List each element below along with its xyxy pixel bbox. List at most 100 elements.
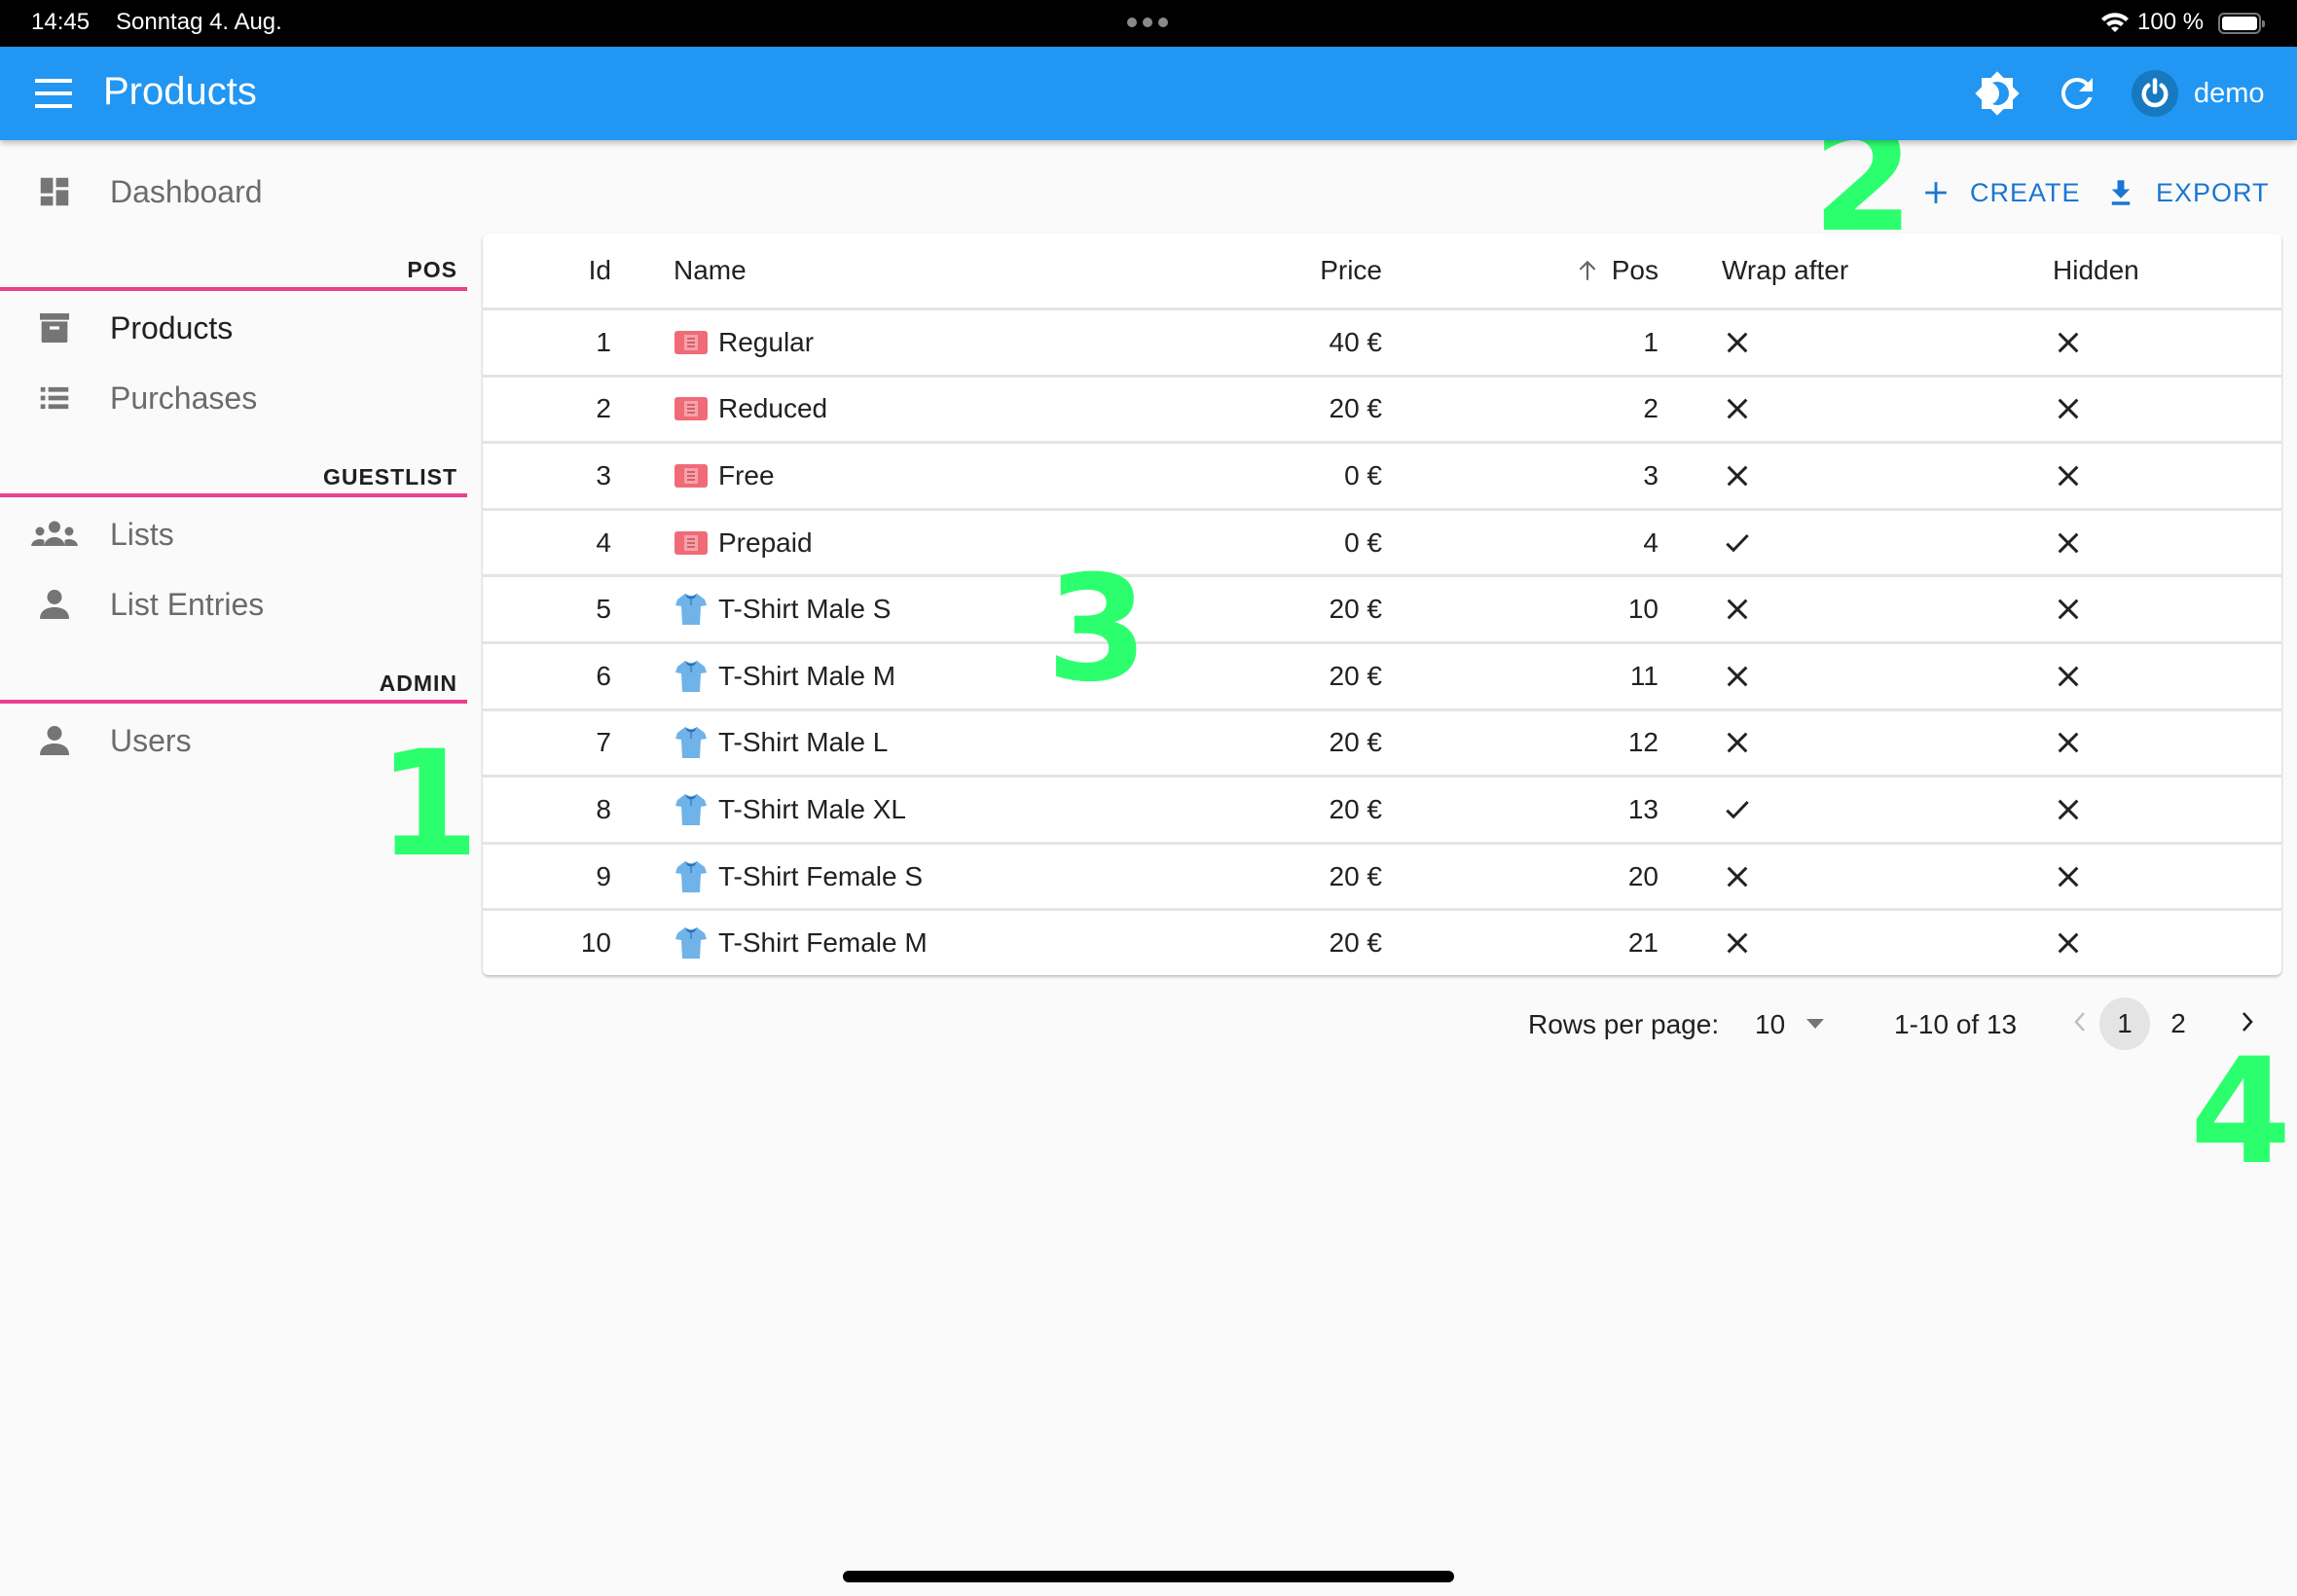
cross-icon <box>2053 861 2084 892</box>
table-row[interactable]: 9 T-Shirt Female S 20 € 20 <box>483 841 2281 909</box>
section-title-pos: POS <box>407 257 457 282</box>
cell-price: 40 € <box>1329 326 1383 357</box>
previous-page-button[interactable] <box>2073 1009 2096 1040</box>
sort-ascending-icon <box>1579 260 1596 280</box>
page-button-1[interactable]: 1 <box>2099 998 2150 1050</box>
table-header: Id Name Price Pos Wrap after Hidden <box>483 234 2281 308</box>
chevron-left-icon <box>2074 1012 2085 1032</box>
user-menu-button[interactable]: demo <box>2132 67 2265 120</box>
cell-name: T-Shirt Female S <box>674 859 923 894</box>
theme-toggle-icon[interactable] <box>1974 70 2021 117</box>
page-title: Products <box>103 70 257 113</box>
table-row[interactable]: 2 Reduced 20 € 2 <box>483 374 2281 442</box>
cross-icon <box>2053 393 2084 424</box>
product-name: T-Shirt Female S <box>718 860 924 891</box>
product-name: T-Shirt Male S <box>718 594 892 625</box>
column-header-pos-label: Pos <box>1611 255 1659 285</box>
status-bar: 14:45 Sonntag 4. Aug. 100 % <box>0 0 2297 47</box>
cross-icon <box>1722 861 1753 892</box>
username: demo <box>2194 77 2265 109</box>
dropdown-arrow-icon <box>1806 1019 1825 1029</box>
ticket-icon <box>674 526 709 561</box>
sidebar-item-lists[interactable]: Lists <box>0 503 467 565</box>
sidebar-item-purchases[interactable]: Purchases <box>0 367 467 429</box>
cell-id: 7 <box>596 727 611 758</box>
cell-pos: 12 <box>1627 727 1659 758</box>
sidebar-item-label: Lists <box>110 516 174 552</box>
table-row[interactable]: 6 T-Shirt Male M 20 € 11 <box>483 641 2281 708</box>
tshirt-icon <box>674 792 709 827</box>
product-name: T-Shirt Male XL <box>718 793 906 824</box>
cell-price: 20 € <box>1329 393 1383 424</box>
sidebar-item-dashboard[interactable]: Dashboard <box>0 161 467 223</box>
cross-icon <box>2053 594 2084 625</box>
home-indicator[interactable] <box>843 1571 1454 1582</box>
create-button[interactable]: CREATE <box>1923 173 2081 212</box>
column-header-price[interactable]: Price <box>1320 255 1382 286</box>
product-name: Reduced <box>718 393 828 424</box>
cell-price: 20 € <box>1329 927 1383 959</box>
product-name: T-Shirt Male M <box>718 660 896 691</box>
cross-icon <box>2053 927 2084 959</box>
archive-box-icon <box>35 308 74 347</box>
menu-icon[interactable] <box>35 79 72 108</box>
column-header-pos[interactable]: Pos <box>1575 255 1659 286</box>
avatar <box>2132 70 2178 117</box>
cross-icon <box>2053 527 2084 559</box>
pagination: Rows per page: 10 1-10 of 13 1 2 <box>0 998 2297 1050</box>
section-divider <box>0 287 467 291</box>
tshirt-icon <box>674 659 709 694</box>
table-row[interactable]: 7 T-Shirt Male L 20 € 12 <box>483 707 2281 776</box>
cell-name: T-Shirt Male S <box>674 592 891 627</box>
cross-icon <box>1722 327 1753 358</box>
table-row[interactable]: 3 Free 0 € 3 <box>483 441 2281 508</box>
cell-name: T-Shirt Male L <box>674 725 888 760</box>
product-name: Prepaid <box>718 526 813 558</box>
export-button[interactable]: EXPORT <box>2107 173 2270 212</box>
cell-name: T-Shirt Female M <box>674 925 928 961</box>
cell-id: 10 <box>580 927 611 959</box>
person-icon <box>35 585 74 624</box>
cell-price: 20 € <box>1329 727 1383 758</box>
sidebar-item-label: Users <box>110 722 192 758</box>
cell-price: 20 € <box>1329 860 1383 891</box>
wifi-icon <box>2101 13 2129 32</box>
refresh-icon[interactable] <box>2054 70 2100 117</box>
column-header-hidden[interactable]: Hidden <box>2053 255 2139 286</box>
sidebar-item-list-entries[interactable]: List Entries <box>0 573 467 635</box>
multitasking-dots-icon[interactable] <box>1127 18 1168 27</box>
cell-name: Regular <box>674 325 814 360</box>
sidebar-item-label: Dashboard <box>110 173 263 209</box>
battery-icon <box>2218 13 2265 34</box>
cell-name: Reduced <box>674 391 827 426</box>
column-header-id[interactable]: Id <box>589 255 611 286</box>
cell-pos: 11 <box>1629 660 1659 691</box>
group-icon <box>31 515 78 554</box>
cell-name: T-Shirt Male XL <box>674 792 906 827</box>
cell-pos: 20 <box>1627 860 1659 891</box>
table-row[interactable]: 4 Prepaid 0 € 4 <box>483 507 2281 575</box>
download-icon <box>2111 180 2131 205</box>
table-row[interactable]: 8 T-Shirt Male XL 20 € 13 <box>483 775 2281 842</box>
table-row[interactable]: 1 Regular 40 € 1 <box>483 308 2281 375</box>
cell-price: 20 € <box>1329 793 1383 824</box>
product-name: Free <box>718 459 775 490</box>
annotation-1: 1 <box>378 720 480 889</box>
annotation-4: 4 <box>2190 1028 2292 1197</box>
rows-per-page-select[interactable]: 10 <box>1755 1009 1825 1040</box>
table-row[interactable]: 10 T-Shirt Female M 20 € 21 <box>483 908 2281 975</box>
cell-price: 0 € <box>1344 459 1382 490</box>
create-label: CREATE <box>1970 177 2081 207</box>
table-row[interactable]: 5 T-Shirt Male S 20 € 10 <box>483 574 2281 641</box>
cell-price: 20 € <box>1329 660 1383 691</box>
sidebar-item-products[interactable]: Products <box>0 297 467 359</box>
column-header-name[interactable]: Name <box>674 255 747 286</box>
cell-id: 8 <box>596 793 611 824</box>
sidebar-item-label: Products <box>110 309 234 345</box>
status-date: Sonntag 4. Aug. <box>116 9 282 35</box>
cross-icon <box>2053 661 2084 692</box>
cell-pos: 4 <box>1643 526 1659 558</box>
status-time: 14:45 <box>31 9 91 35</box>
cross-icon <box>1722 727 1753 758</box>
dashboard-icon <box>35 172 74 211</box>
